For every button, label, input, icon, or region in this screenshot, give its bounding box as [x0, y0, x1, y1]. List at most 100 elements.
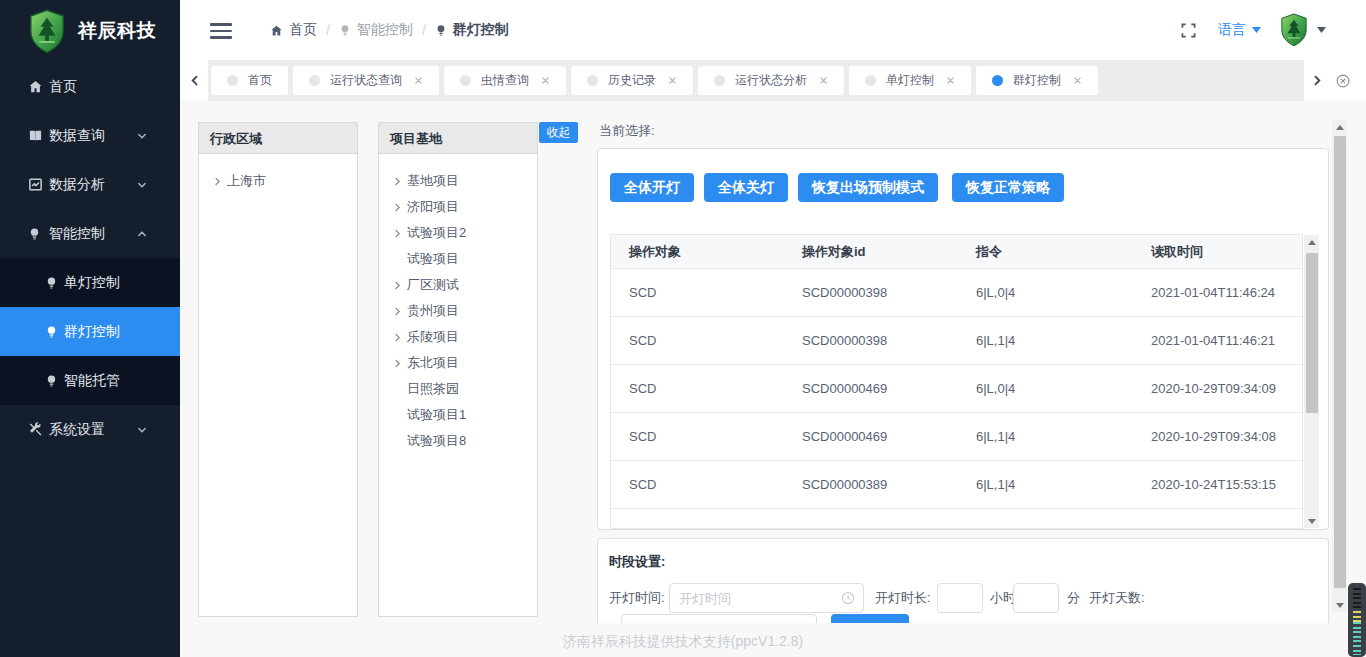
tab-close-icon[interactable] [414, 76, 423, 85]
home-icon [270, 24, 283, 37]
table-row[interactable]: SCDSCD000003986|L,0|42021-01-04T11:46:24 [611, 269, 1302, 317]
tab-label: 历史记录 [608, 72, 656, 89]
base-tree-item-10[interactable]: 试验项目8 [379, 428, 537, 454]
tab-1[interactable]: 运行状态查询 [293, 66, 439, 95]
chevron-down-icon [137, 180, 147, 190]
language-switcher[interactable]: 语言 [1218, 21, 1261, 39]
tab-6[interactable]: 群灯控制 [976, 66, 1098, 95]
base-tree-item-0[interactable]: 基地项目 [379, 168, 537, 194]
breadcrumb-home[interactable]: 首页 [289, 21, 317, 39]
scroll-up-arrow[interactable] [1304, 235, 1319, 249]
base-tree-item-8[interactable]: 日照茶园 [379, 376, 537, 402]
table-row[interactable]: SCDSCD000004696|L,1|42020-10-29T09:34:08 [611, 413, 1302, 461]
page-scrollbar[interactable] [1332, 120, 1347, 612]
top-header: 首页 / 智能控制 / 群灯控制 语言 [180, 0, 1366, 60]
tab-5[interactable]: 单灯控制 [849, 66, 971, 95]
sidebar-subitem-0[interactable]: 单灯控制 [0, 258, 180, 307]
action-button-0[interactable]: 全体开灯 [610, 173, 694, 202]
tab-close-icon[interactable] [819, 76, 828, 85]
tab-2[interactable]: 虫情查询 [444, 66, 566, 95]
tab-label: 单灯控制 [886, 72, 934, 89]
tabs-scroll-left-button[interactable] [180, 60, 208, 101]
sidebar-item-label: 智能控制 [49, 225, 105, 243]
scroll-down-arrow[interactable] [1332, 598, 1347, 612]
close-all-tabs-icon[interactable] [1336, 74, 1350, 88]
recording-indicator [1348, 583, 1366, 657]
second-row-button[interactable] [831, 614, 909, 623]
sidebar-item-label: 数据分析 [49, 176, 105, 194]
table-cell: SCD00000469 [784, 381, 958, 396]
action-button-3[interactable]: 恢复正常策略 [952, 173, 1064, 202]
tab-3[interactable]: 历史记录 [571, 66, 693, 95]
tree-item-label: 东北项目 [407, 354, 459, 372]
sidebar-item-4[interactable]: 系统设置 [0, 405, 180, 454]
table-cell: 6|L,0|4 [958, 285, 1133, 300]
tab-status-dot [714, 75, 725, 86]
hamburger-menu-icon[interactable] [210, 23, 232, 39]
base-tree-item-4[interactable]: 厂区测试 [379, 272, 537, 298]
tree-item-label: 济阳项目 [407, 198, 459, 216]
action-button-1[interactable]: 全体关灯 [704, 173, 788, 202]
base-tree-item-1[interactable]: 济阳项目 [379, 194, 537, 220]
scrollbar-thumb[interactable] [1334, 136, 1346, 588]
sidebar-item-1[interactable]: 数据查询 [0, 111, 180, 160]
tab-close-icon[interactable] [1073, 76, 1082, 85]
footer-text: 济南祥辰科技提供技术支持(ppcV1.2.8) [563, 633, 803, 651]
sidebar-subitem-1[interactable]: 群灯控制 [0, 307, 180, 356]
base-tree-item-2[interactable]: 试验项目2 [379, 220, 537, 246]
scroll-up-arrow[interactable] [1332, 120, 1347, 134]
tab-close-icon[interactable] [668, 76, 677, 85]
table-row[interactable]: SCDSCD000003896|L,1|42020-10-24T15:53:15 [611, 461, 1302, 509]
user-menu[interactable] [1279, 13, 1326, 47]
chevron-down-icon [1252, 27, 1261, 33]
sidebar-item-0[interactable]: 首页 [0, 62, 180, 111]
sidebar: 祥辰科技 首页数据查询数据分析智能控制单灯控制群灯控制智能托管系统设置 [0, 0, 180, 657]
days-label: 开灯天数: [1089, 583, 1145, 613]
tree-item-label: 贵州项目 [407, 302, 459, 320]
base-tree-item-5[interactable]: 贵州项目 [379, 298, 537, 324]
tab-4[interactable]: 运行状态分析 [698, 66, 844, 95]
region-tree-item-0[interactable]: 上海市 [199, 168, 357, 194]
collapse-button[interactable]: 收起 [539, 122, 578, 143]
scroll-down-arrow[interactable] [1304, 514, 1319, 528]
brand: 祥辰科技 [0, 0, 180, 62]
sidebar-item-label: 首页 [49, 78, 77, 96]
base-tree-item-6[interactable]: 乐陵项目 [379, 324, 537, 350]
schedule-panel: 时段设置: 开灯时间: 开灯时长: 小时 分 开灯天数: [597, 538, 1329, 623]
table-cell: SCD00000389 [784, 477, 958, 492]
table-cell: SCD00000398 [784, 333, 958, 348]
base-tree-item-7[interactable]: 东北项目 [379, 350, 537, 376]
project-base-panel-title: 项目基地 [379, 123, 537, 154]
bulb-icon [339, 24, 351, 36]
sidebar-submenu: 单灯控制群灯控制智能托管 [0, 258, 180, 405]
sidebar-subitem-2[interactable]: 智能托管 [0, 356, 180, 405]
breadcrumb: 首页 / 智能控制 / 群灯控制 [270, 0, 509, 60]
sidebar-item-3[interactable]: 智能控制 [0, 209, 180, 258]
sidebar-item-2[interactable]: 数据分析 [0, 160, 180, 209]
tab-close-icon[interactable] [946, 76, 955, 85]
second-row-input[interactable] [621, 614, 817, 623]
breadcrumb-level2[interactable]: 智能控制 [357, 21, 413, 39]
fullscreen-icon[interactable] [1181, 23, 1196, 38]
sidebar-subitem-label: 群灯控制 [64, 323, 120, 341]
duration-hour-input[interactable] [937, 583, 983, 613]
base-tree-item-9[interactable]: 试验项目1 [379, 402, 537, 428]
bulb-icon [45, 325, 59, 339]
table-row[interactable]: SCDSCD000004696|L,0|42020-10-29T09:34:09 [611, 365, 1302, 413]
bulb-icon [45, 276, 59, 290]
table-cell: 2021-01-04T11:46:21 [1133, 333, 1303, 348]
action-button-2[interactable]: 恢复出场预制模式 [798, 173, 938, 202]
table-row[interactable]: SCDSCD000003986|L,1|42021-01-04T11:46:21 [611, 317, 1302, 365]
table-cell: 6|L,0|4 [958, 381, 1133, 396]
avatar [1279, 13, 1309, 47]
base-tree-item-3[interactable]: 试验项目 [379, 246, 537, 272]
duration-minute-input[interactable] [1013, 583, 1059, 613]
tab-close-icon[interactable] [541, 76, 550, 85]
tabs-scroll-right-button[interactable] [1312, 75, 1323, 86]
table-cell: 2020-10-24T15:53:15 [1133, 477, 1303, 492]
scrollbar-thumb[interactable] [1306, 253, 1318, 413]
tab-0[interactable]: 首页 [211, 66, 288, 95]
on-time-input[interactable] [669, 583, 864, 613]
tab-status-dot [587, 75, 598, 86]
table-scrollbar[interactable] [1304, 235, 1319, 528]
